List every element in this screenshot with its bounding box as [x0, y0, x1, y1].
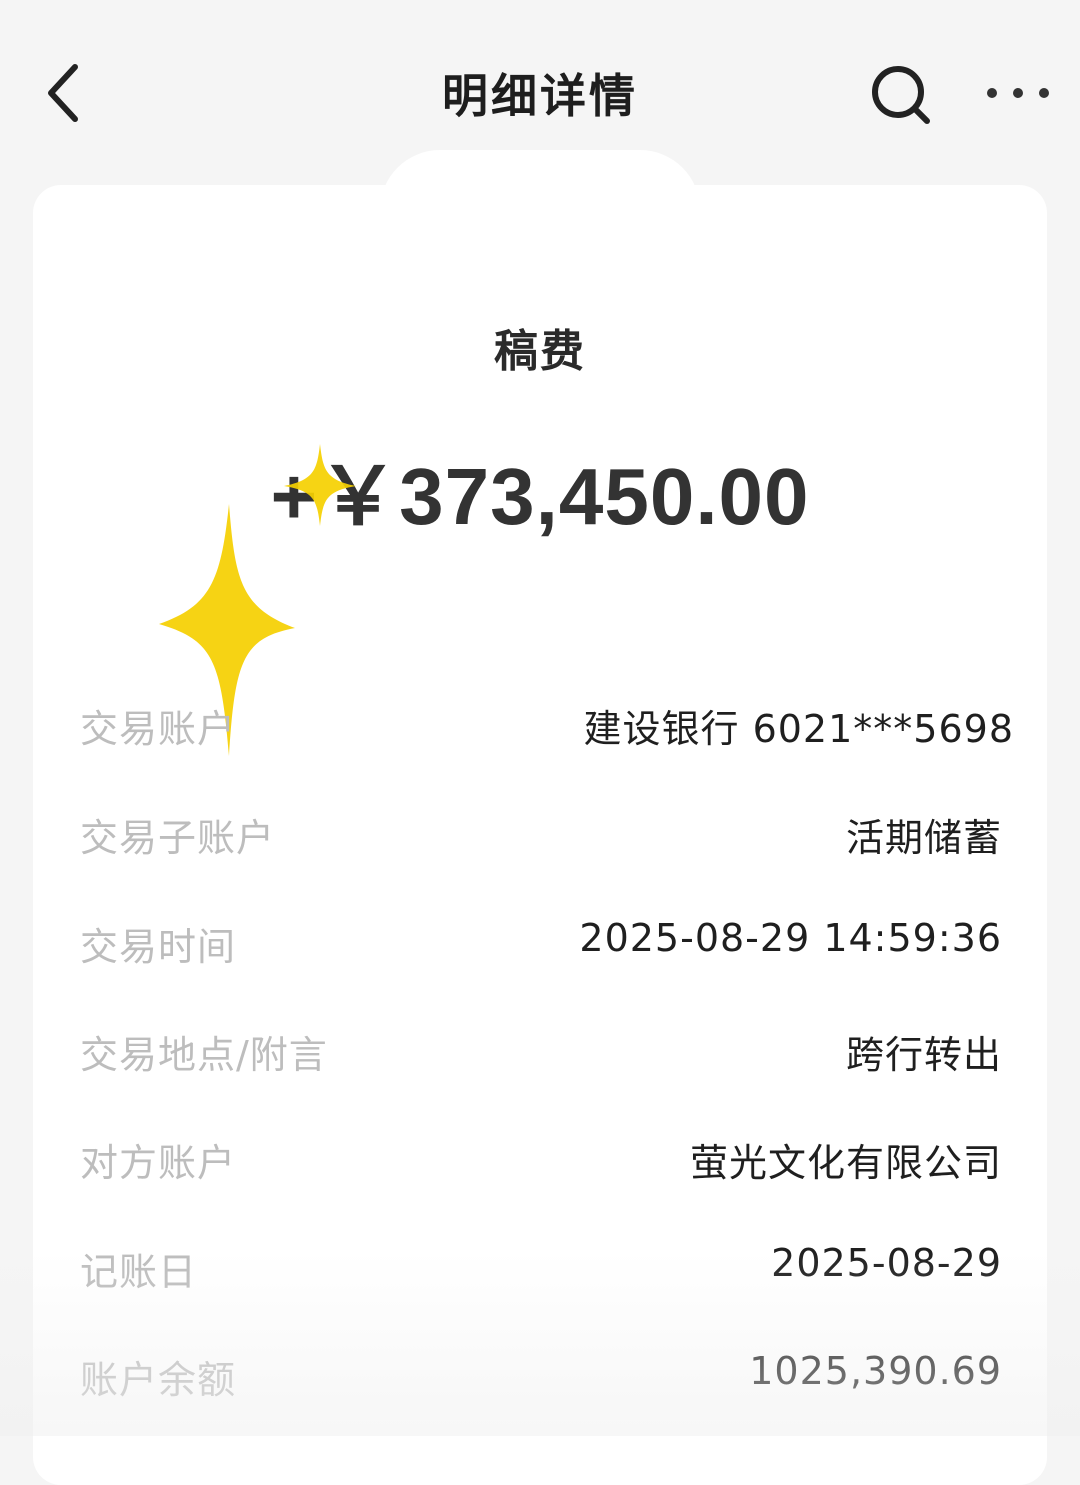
- more-horizontal-icon: [986, 88, 1049, 98]
- row-label: 交易时间: [80, 925, 237, 969]
- detail-row-location-note: 交易地点/附言 跨行转出: [0, 1024, 1080, 1084]
- row-label: 账户余额: [80, 1358, 237, 1402]
- search-button[interactable]: [862, 58, 942, 133]
- row-value: 萤光文化有限公司: [689, 1141, 1002, 1185]
- row-value: 2025-08-29 14:59:36: [579, 916, 1002, 960]
- row-label: 对方账户: [80, 1141, 237, 1185]
- row-label: 交易地点/附言: [80, 1033, 328, 1077]
- row-value: 活期储蓄: [845, 816, 1002, 860]
- row-label: 记账日: [80, 1250, 198, 1294]
- row-value: 2025-08-29: [771, 1241, 1002, 1285]
- detail-row-counterparty: 对方账户 萤光文化有限公司: [0, 1132, 1080, 1192]
- row-label: 交易子账户: [80, 816, 276, 860]
- transaction-title: 稿费: [494, 326, 586, 377]
- detail-row-posting-date: 记账日 2025-08-29: [0, 1241, 1080, 1301]
- detail-row-account: 交易账户 建设银行 6021***5698: [0, 698, 1080, 758]
- row-label: 交易账户: [80, 707, 237, 751]
- detail-row-sub-account: 交易子账户 活期储蓄: [0, 807, 1080, 867]
- row-value: 建设银行 6021***5698: [583, 707, 1014, 751]
- detail-row-time: 交易时间 2025-08-29 14:59:36: [0, 916, 1080, 976]
- more-button[interactable]: [975, 58, 1060, 128]
- detail-row-balance: 账户余额 1025,390.69: [0, 1349, 1080, 1409]
- search-icon: [872, 65, 930, 124]
- row-value: 跨行转出: [845, 1033, 1002, 1077]
- row-value: 1025,390.69: [749, 1349, 1002, 1393]
